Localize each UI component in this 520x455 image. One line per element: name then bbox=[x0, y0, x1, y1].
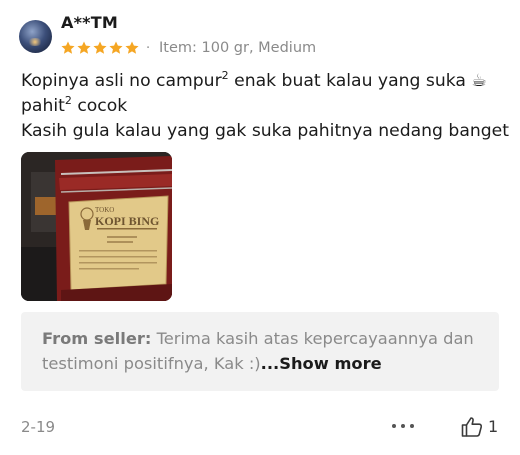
review-superscript: 2 bbox=[64, 94, 72, 107]
item-variant-info: Item: 100 gr, Medium bbox=[159, 40, 317, 56]
star-icon bbox=[109, 41, 123, 54]
like-count: 1 bbox=[488, 417, 499, 436]
thumbs-up-icon[interactable] bbox=[460, 415, 484, 439]
review-photo[interactable]: TOKO KOPI BING bbox=[21, 152, 172, 301]
star-icon bbox=[61, 41, 75, 54]
review-date: 2-19 bbox=[21, 418, 56, 436]
review-text-part: pahit bbox=[21, 96, 65, 116]
review-text-part: cocok bbox=[71, 96, 128, 116]
show-more-link[interactable]: ...Show more bbox=[261, 354, 382, 373]
reviewer-name: A**TM bbox=[61, 13, 118, 32]
photo-brand-line2: KOPI BING bbox=[95, 214, 159, 228]
photo-brand-line1: TOKO bbox=[95, 206, 114, 214]
seller-reply-label: From seller: bbox=[42, 329, 152, 348]
more-options-icon[interactable] bbox=[392, 424, 414, 428]
separator-dot: · bbox=[146, 41, 151, 56]
seller-reply: From seller: Terima kasih atas kepercaya… bbox=[21, 312, 499, 391]
review-text-part: enak buat kalau yang suka ☕ bbox=[228, 71, 487, 91]
review-text-part: Kasih gula kalau yang gak suka pahitnya … bbox=[21, 121, 509, 141]
review-superscript: 2 bbox=[221, 69, 229, 82]
star-icon bbox=[125, 41, 139, 54]
seller-reply-text: From seller: Terima kasih atas kepercaya… bbox=[42, 327, 487, 376]
star-icon bbox=[93, 41, 107, 54]
avatar[interactable] bbox=[19, 20, 52, 53]
review-text-part: Kopinya asli no campur bbox=[21, 71, 222, 91]
star-icon bbox=[77, 41, 91, 54]
review-text: Kopinya asli no campur2 enak buat kalau … bbox=[21, 69, 509, 144]
rating-stars bbox=[60, 40, 140, 56]
